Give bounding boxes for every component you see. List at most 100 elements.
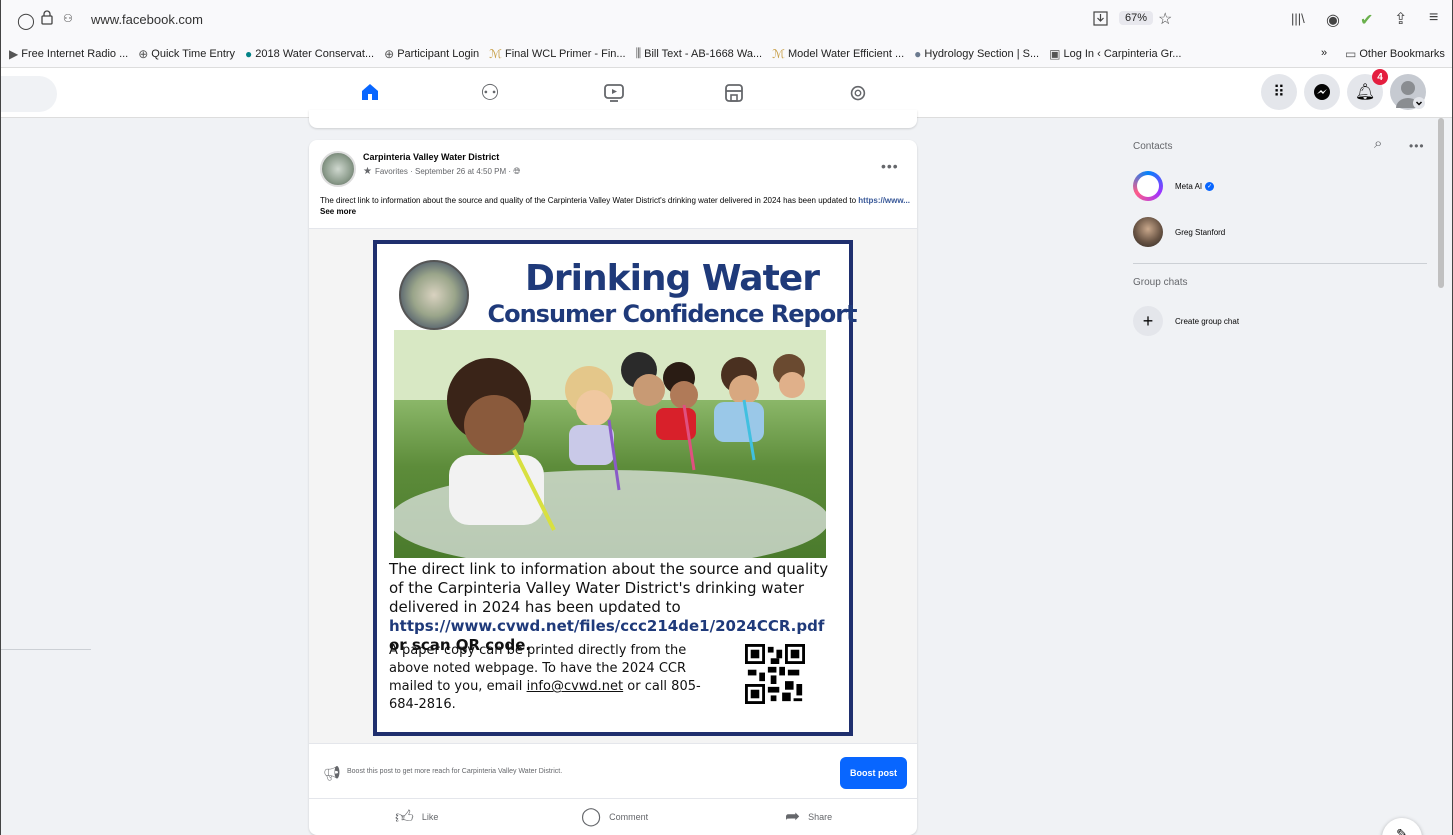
hydrology-icon: ● <box>914 46 922 61</box>
share-button[interactable]: ➦ Share <box>785 806 832 827</box>
page-name-link[interactable]: Carpinteria Valley Water District <box>363 152 499 162</box>
zoom-indicator[interactable]: 67% <box>1119 11 1154 25</box>
see-more-link[interactable]: See more <box>320 207 356 216</box>
megaphone-icon: 📢︎ <box>323 765 341 781</box>
menu-button[interactable]: ⠿ <box>1261 74 1297 110</box>
bookmark-star-icon[interactable]: ☆ <box>1158 9 1172 29</box>
flyer-subtitle: Consumer Confidence Report <box>487 300 857 328</box>
home-icon <box>362 83 378 100</box>
bookmark-item[interactable]: ▶ Free Internet Radio ... <box>9 47 128 61</box>
folder-icon: ▭ <box>1345 47 1357 61</box>
previous-post-card <box>309 110 917 128</box>
login-icon: ▣ <box>1049 46 1061 61</box>
share-arrow-icon: ➦ <box>785 806 801 826</box>
bookmarks-bar: ▶ Free Internet Radio ... ⊕ Quick Time Ent… <box>1 40 1452 68</box>
sharepoint-icon: ● <box>245 46 253 61</box>
download-icon[interactable] <box>1093 11 1108 26</box>
new-message-button[interactable]: ✎ <box>1382 818 1422 835</box>
bookmark-item[interactable]: ⊕ Quick Time Entry <box>138 47 235 61</box>
globe-icon: 🌐︎ <box>513 166 521 176</box>
contacts-options-button[interactable]: ••• <box>1409 139 1425 153</box>
scrollbar[interactable] <box>1438 118 1444 288</box>
bookmarks-overflow-button[interactable]: » <box>1321 47 1327 59</box>
avatar <box>1133 217 1163 247</box>
share-icon[interactable]: ⇪ <box>1394 9 1407 29</box>
bookmark-item[interactable]: ● Hydrology Section | S... <box>914 47 1039 61</box>
contact-meta-ai[interactable]: Meta AI ✓ <box>1133 171 1215 201</box>
bookmark-item[interactable]: ● 2018 Water Conservat... <box>245 47 374 61</box>
post-link[interactable]: https://www... <box>858 196 910 205</box>
post-card: Carpinteria Valley Water District ★ Favo… <box>309 140 917 835</box>
account-avatar[interactable] <box>1390 74 1426 110</box>
contact-greg-stanford[interactable]: Greg Stanford <box>1133 217 1225 247</box>
permissions-icon[interactable]: ⚇ <box>63 12 73 25</box>
marketplace-icon <box>725 84 743 102</box>
extension-icon[interactable]: ✔ <box>1360 10 1373 30</box>
post-text: The direct link to information about the… <box>320 196 910 216</box>
group-chats-heading: Group chats <box>1133 277 1188 288</box>
create-group-chat-button[interactable]: + Create group chat <box>1133 306 1239 336</box>
comment-button[interactable]: ◯ Comment <box>581 806 648 827</box>
flyer-email: info@cvwd.net <box>526 679 624 694</box>
url-bar: ◯ ⚇ www.facebook.com 67% ☆ |||\ ◉ ✔ ⇪ ≡ <box>1 0 1452 40</box>
bookmark-item[interactable]: ℳ Model Water Efficient ... <box>772 47 904 61</box>
doc-icon: ℳ <box>489 46 502 61</box>
district-seal <box>399 260 469 330</box>
browser-window: ◯ ⚇ www.facebook.com 67% ☆ |||\ ◉ ✔ ⇪ ≡ … <box>0 0 1453 835</box>
post-image[interactable]: Drinking Water Consumer Confidence Repor… <box>309 228 917 744</box>
menu-icon[interactable]: ≡ <box>1429 9 1438 27</box>
children-photo <box>394 330 826 558</box>
verified-badge-icon: ✓ <box>1205 181 1215 191</box>
boost-bar: 📢︎ Boost this post to get more reach for… <box>309 747 917 799</box>
qr-code <box>745 644 805 704</box>
globe-icon: ⊕ <box>138 46 149 61</box>
thumbs-up-icon: 👍︎ <box>395 807 414 827</box>
friends-icon: ⚇ <box>480 80 500 105</box>
library-icon[interactable]: |||\ <box>1291 11 1305 26</box>
shield-icon[interactable]: ◯ <box>17 11 35 31</box>
bookmark-item[interactable]: ⊕ Participant Login <box>384 47 479 61</box>
plus-icon: + <box>1133 306 1163 336</box>
messenger-button[interactable] <box>1304 74 1340 110</box>
lock-icon[interactable] <box>41 10 53 25</box>
search-input[interactable] <box>1 76 57 112</box>
compose-icon: ✎ <box>1396 826 1408 835</box>
notification-badge: 4 <box>1372 69 1388 85</box>
comment-icon: ◯ <box>581 806 602 826</box>
doc-icon: ℳ <box>772 46 785 61</box>
flyer-ccr-url: https://www.cvwd.net/files/ccc214de1/202… <box>389 617 825 635</box>
bookmark-item[interactable]: ℳ Final WCL Primer - Fin... <box>489 47 625 61</box>
ccr-flyer: Drinking Water Consumer Confidence Repor… <box>373 240 858 736</box>
like-button[interactable]: 👍︎ Like <box>395 806 438 828</box>
messenger-icon <box>1314 84 1330 100</box>
boost-post-button[interactable]: Boost post <box>840 757 907 789</box>
sidebar-divider <box>1133 263 1427 264</box>
post-timestamp[interactable]: September 26 at 4:50 PM <box>415 167 506 176</box>
contacts-search-icon[interactable]: ⌕ <box>1374 135 1382 152</box>
meta-ai-icon <box>1133 171 1163 201</box>
post-options-button[interactable]: ••• <box>881 158 899 174</box>
bell-icon: 🔔︎ <box>1354 84 1376 101</box>
contacts-heading: Contacts <box>1133 141 1173 152</box>
post-meta: ★ Favorites · September 26 at 4:50 PM · … <box>363 166 521 177</box>
bookmark-item[interactable]: ⫼ Bill Text - AB-1668 Wa... <box>636 46 763 61</box>
url-text[interactable]: www.facebook.com <box>91 12 203 27</box>
chevron-double-right-icon: » <box>1321 47 1328 59</box>
video-icon <box>604 84 624 102</box>
groups-icon: ⊚ <box>848 80 868 105</box>
favorites-label: Favorites <box>374 167 408 176</box>
flyer-title: Drinking Water <box>525 258 820 299</box>
star-icon: ★ <box>363 166 372 177</box>
boost-text: Boost this post to get more reach for Ca… <box>347 768 563 775</box>
globe-icon: ⊕ <box>384 46 395 61</box>
other-bookmarks-folder[interactable]: ▭ Other Bookmarks <box>1345 47 1445 61</box>
account-icon[interactable]: ◉ <box>1326 10 1340 30</box>
play-icon: ▶ <box>9 46 19 61</box>
grid-icon: ⠿ <box>1273 84 1285 101</box>
left-divider <box>1 649 91 650</box>
flyer-paper-copy-text: A paper copy can be printed directly fro… <box>389 643 701 712</box>
bookmark-item[interactable]: ▣ Log In ‹ Carpinteria Gr... <box>1049 47 1181 61</box>
flyer-body-text: The direct link to information about the… <box>389 560 829 654</box>
page-avatar[interactable] <box>320 151 356 187</box>
bill-icon: ⫼ <box>635 46 642 60</box>
